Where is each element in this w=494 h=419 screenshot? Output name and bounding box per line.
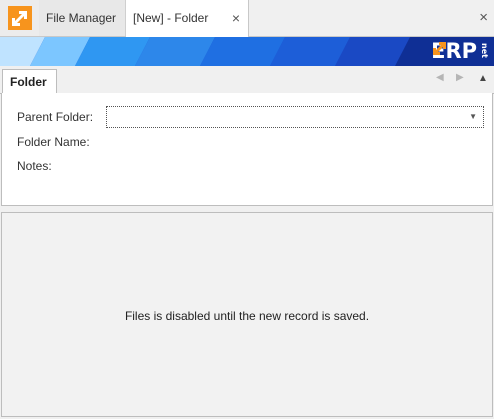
files-disabled-message: Files is disabled until the new record i… (124, 309, 370, 323)
chevron-down-icon[interactable]: ▼ (469, 112, 477, 121)
tab-new-folder[interactable]: [New] - Folder × (126, 0, 249, 37)
collapse-icon[interactable]: ▲ (478, 73, 488, 84)
erp-logo-icon (433, 42, 447, 55)
tab-close-icon[interactable]: × (232, 0, 240, 36)
parent-folder-label: Parent Folder: (17, 110, 94, 124)
tab-new-folder-label: [New] - Folder (133, 11, 209, 25)
folder-name-label: Folder Name: (17, 135, 90, 149)
banner-stripes (0, 37, 494, 66)
brand-banner: ERP net (0, 37, 494, 66)
tab-folder[interactable]: Folder (2, 69, 57, 94)
files-panel: Files is disabled until the new record i… (1, 212, 493, 417)
prev-tab-icon[interactable]: ◀ (436, 72, 444, 83)
document-tab-strip: File Manager [New] - Folder × × (0, 0, 494, 37)
tab-file-manager[interactable]: File Manager (39, 0, 126, 36)
parent-folder-dropdown[interactable]: ▼ (106, 106, 484, 128)
folder-form: Parent Folder: ▼ Folder Name: Notes: (1, 93, 493, 206)
next-tab-icon[interactable]: ▶ (456, 72, 464, 83)
window-close-icon[interactable]: × (479, 0, 488, 36)
notes-label: Notes: (17, 159, 52, 173)
logo-suffix: net (480, 43, 490, 58)
tab-file-manager-label: File Manager (46, 11, 117, 25)
panel-tab-strip: Folder ◀ ▶ ▲ (0, 66, 494, 94)
app-logo-icon[interactable] (0, 0, 40, 36)
tab-folder-label: Folder (10, 75, 47, 89)
erp-net-logo: ERP net (431, 39, 492, 64)
